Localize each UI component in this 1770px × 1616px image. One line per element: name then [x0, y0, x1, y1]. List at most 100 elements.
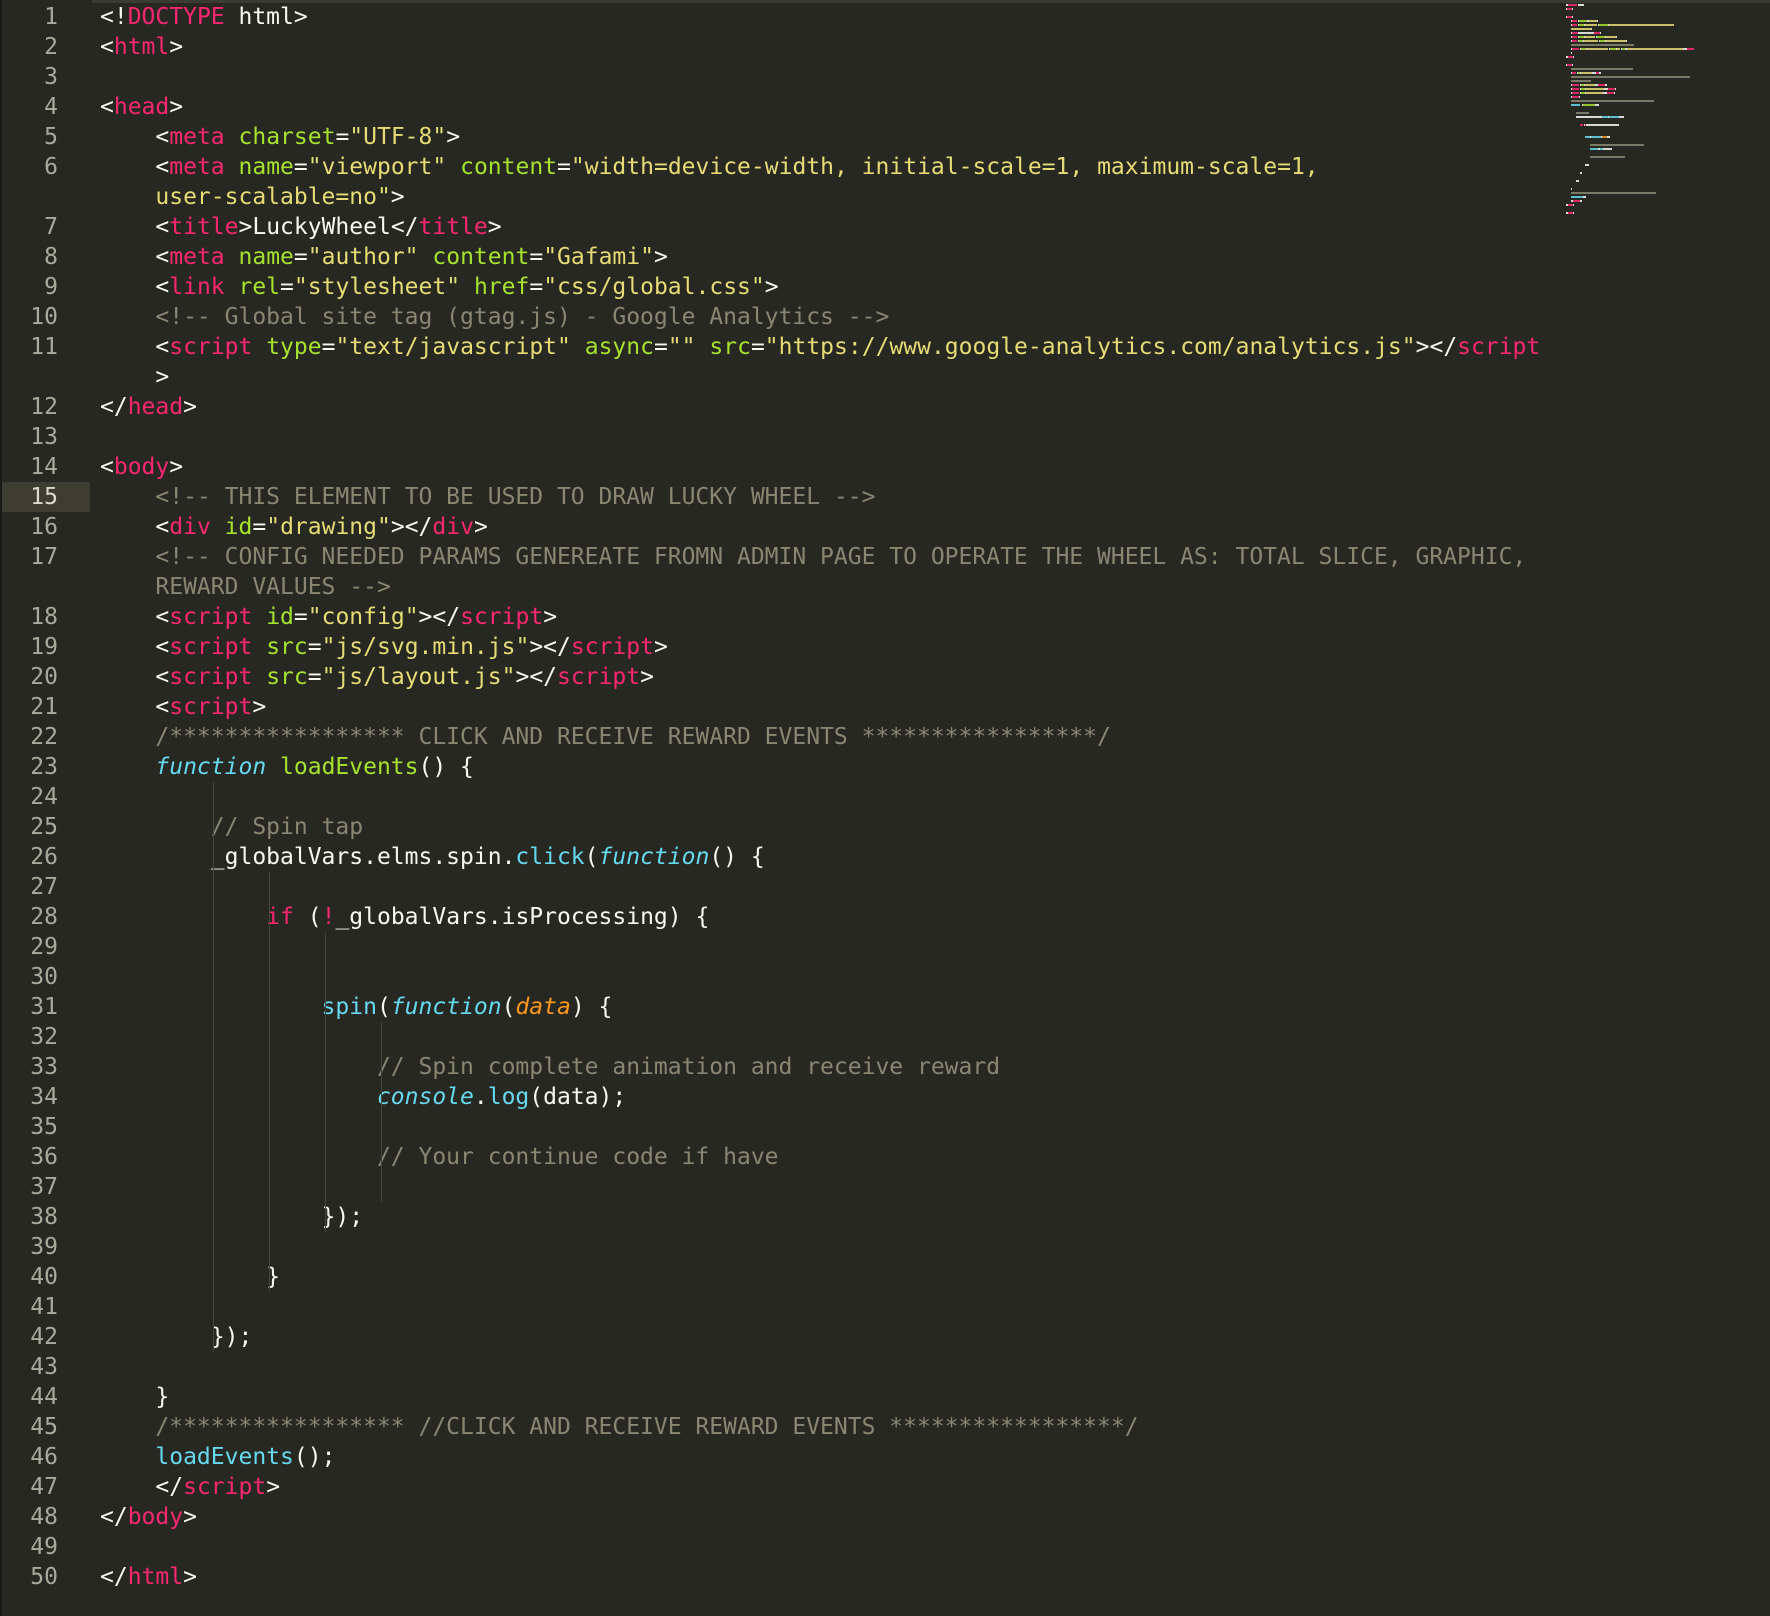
- code-line[interactable]: 40 }: [0, 1262, 1560, 1292]
- code-line[interactable]: 15 <!-- THIS ELEMENT TO BE USED TO DRAW …: [0, 482, 1560, 512]
- code-token: <: [100, 124, 170, 150]
- code-line[interactable]: 9 <link rel="stylesheet" href="css/globa…: [0, 272, 1560, 302]
- minimap-token: [1587, 48, 1608, 50]
- line-number: 49: [30, 1534, 58, 1560]
- line-number: 11: [30, 334, 58, 360]
- code-line[interactable]: 47 </script>: [0, 1472, 1560, 1502]
- code-text: <script id="config"></script>: [100, 602, 557, 632]
- code-line[interactable]: 31 spin(function(data) {: [0, 992, 1560, 1022]
- minimap-token: [1573, 204, 1575, 206]
- code-line[interactable]: 44 }: [0, 1382, 1560, 1412]
- code-line[interactable]: 26 _globalVars.elms.spin.click(function(…: [0, 842, 1560, 872]
- code-line[interactable]: 36 // Your continue code if have: [0, 1142, 1560, 1172]
- code-text: REWARD VALUES -->: [100, 572, 390, 602]
- code-token: (data);: [529, 1084, 627, 1110]
- code-line[interactable]: 43: [0, 1352, 1560, 1382]
- code-line[interactable]: 8 <meta name="author" content="Gafami">: [0, 242, 1560, 272]
- code-text: <title>LuckyWheel</title>: [100, 212, 501, 242]
- code-text: </html>: [100, 1562, 197, 1592]
- code-token: meta: [169, 154, 225, 180]
- code-line[interactable]: 2 <html>: [0, 32, 1560, 62]
- code-token: rel: [238, 274, 281, 300]
- indent-guide: [269, 872, 270, 1292]
- code-line[interactable]: 28 if (!_globalVars.isProcessing) {: [0, 902, 1560, 932]
- code-token: id: [224, 514, 253, 540]
- code-token: =: [307, 664, 322, 690]
- code-line[interactable]: 19 <script src="js/svg.min.js"></script>: [0, 632, 1560, 662]
- code-line[interactable]: 49: [0, 1532, 1560, 1562]
- minimap-token: [1579, 20, 1588, 22]
- code-line[interactable]: 45 /***************** //CLICK AND RECEIV…: [0, 1412, 1560, 1442]
- code-line[interactable]: 41: [0, 1292, 1560, 1322]
- code-line[interactable]: 20 <script src="js/layout.js"></script>: [0, 662, 1560, 692]
- code-token: "css/global.css": [543, 274, 765, 300]
- code-line[interactable]: 4 <head>: [0, 92, 1560, 122]
- code-line[interactable]: 24: [0, 782, 1560, 812]
- code-text: <meta charset="UTF-8">: [100, 122, 460, 152]
- code-line[interactable]: 6 <meta name="viewport" content="width=d…: [0, 152, 1560, 182]
- code-token: =: [335, 124, 350, 150]
- code-editor[interactable]: 1 <!DOCTYPE html> 2 <html> 3 4 <head> 5 <meta c…: [0, 0, 1770, 1616]
- code-token: content: [460, 154, 558, 180]
- code-token: (: [293, 904, 322, 930]
- code-line[interactable]: 29: [0, 932, 1560, 962]
- code-line[interactable]: 30: [0, 962, 1560, 992]
- code-token: =: [293, 154, 308, 180]
- code-line[interactable]: 48 </body>: [0, 1502, 1560, 1532]
- code-line[interactable]: >: [0, 362, 1560, 392]
- minimap-token: [1570, 196, 1583, 198]
- line-number: 40: [30, 1264, 58, 1290]
- code-line[interactable]: 1 <!DOCTYPE html>: [0, 2, 1560, 32]
- code-text: <div id="drawing"></div>: [100, 512, 487, 542]
- code-line[interactable]: 34 console.log(data);: [0, 1082, 1560, 1112]
- code-text: user-scalable=no">: [100, 182, 404, 212]
- code-line[interactable]: 50 </html>: [0, 1562, 1560, 1592]
- code-line[interactable]: 25 // Spin tap: [0, 812, 1560, 842]
- code-line[interactable]: 3: [0, 62, 1560, 92]
- code-text: // Spin complete animation and receive r…: [100, 1052, 1000, 1082]
- code-token: >: [446, 124, 461, 150]
- code-line[interactable]: REWARD VALUES -->: [0, 572, 1560, 602]
- minimap-token: [1591, 28, 1593, 30]
- code-line[interactable]: 23 function loadEvents() {: [0, 752, 1560, 782]
- code-token: >: [653, 244, 668, 270]
- code-line[interactable]: 42 });: [0, 1322, 1560, 1352]
- code-line[interactable]: 32: [0, 1022, 1560, 1052]
- code-line[interactable]: 16 <div id="drawing"></div>: [0, 512, 1560, 542]
- code-line[interactable]: 14 <body>: [0, 452, 1560, 482]
- code-line[interactable]: 27: [0, 872, 1560, 902]
- code-line[interactable]: 46 loadEvents();: [0, 1442, 1560, 1472]
- code-line[interactable]: 37: [0, 1172, 1560, 1202]
- code-line[interactable]: 22 /***************** CLICK AND RECEIVE …: [0, 722, 1560, 752]
- code-line[interactable]: 39: [0, 1232, 1560, 1262]
- code-line[interactable]: 5 <meta charset="UTF-8">: [0, 122, 1560, 152]
- code-line[interactable]: 35: [0, 1112, 1560, 1142]
- code-line[interactable]: 13: [0, 422, 1560, 452]
- minimap-token: [1605, 84, 1607, 86]
- code-token: }: [100, 1384, 170, 1410]
- minimap-token: [1570, 188, 1572, 190]
- code-text: <link rel="stylesheet" href="css/global.…: [100, 272, 778, 302]
- code-token: ></: [418, 604, 461, 630]
- minimap-token: [1613, 92, 1615, 94]
- code-token: (: [376, 994, 391, 1020]
- code-line[interactable]: 33 // Spin complete animation and receiv…: [0, 1052, 1560, 1082]
- code-line[interactable]: 18 <script id="config"></script>: [0, 602, 1560, 632]
- code-token: "": [667, 334, 696, 360]
- code-line[interactable]: 12 </head>: [0, 392, 1560, 422]
- code-line[interactable]: 10 <!-- Global site tag (gtag.js) - Goog…: [0, 302, 1560, 332]
- code-line[interactable]: 38 });: [0, 1202, 1560, 1232]
- line-number: 18: [30, 604, 58, 630]
- code-line[interactable]: user-scalable=no">: [0, 182, 1560, 212]
- minimap[interactable]: [1560, 0, 1770, 240]
- minimap-token: [1570, 68, 1634, 70]
- code-line[interactable]: 17 <!-- CONFIG NEEDED PARAMS GENEREATE F…: [0, 542, 1560, 572]
- code-token: () {: [418, 754, 474, 780]
- code-token: =: [321, 334, 336, 360]
- code-line[interactable]: 21 <script>: [0, 692, 1560, 722]
- minimap-token: [1585, 164, 1589, 166]
- code-area[interactable]: 1 <!DOCTYPE html> 2 <html> 3 4 <head> 5 <meta c…: [0, 0, 1770, 1616]
- code-line[interactable]: 7 <title>LuckyWheel</title>: [0, 212, 1560, 242]
- code-line[interactable]: 11 <script type="text/javascript" async=…: [0, 332, 1560, 362]
